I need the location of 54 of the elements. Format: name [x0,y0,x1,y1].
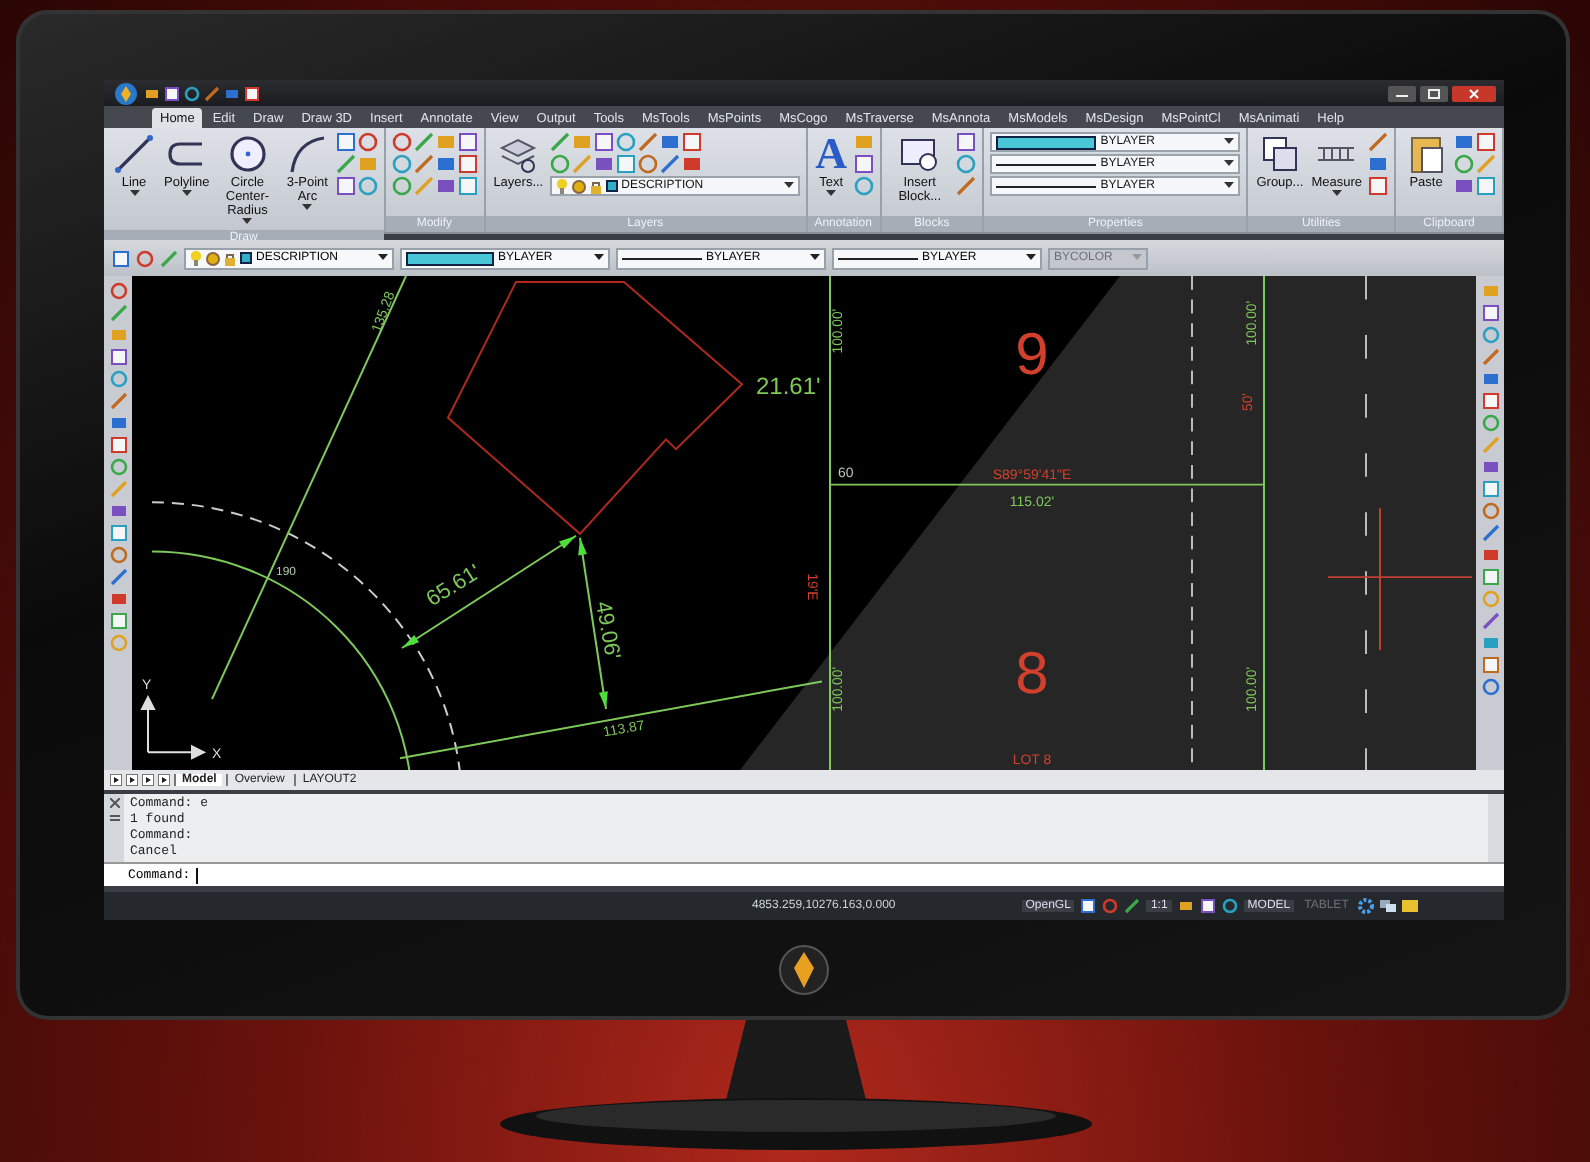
caret-icon [1224,182,1235,190]
ucs-axes-icon [140,696,205,760]
app-logo-icon[interactable] [112,81,140,105]
nav-arrow-icon[interactable] [110,774,122,786]
grip-icon [109,814,119,824]
caret-icon [129,190,139,198]
caret-icon [1224,160,1235,168]
maximize-icon[interactable] [1420,85,1448,101]
sun-icon [571,179,586,193]
color-swatch-icon [406,251,494,265]
close-icon[interactable] [1452,85,1496,101]
overlapping-squares-icon [1257,132,1302,176]
monitor-logo-icon [778,944,830,996]
text-cursor-icon [196,867,201,883]
line-preview-icon [622,255,702,261]
nav-arrow-icon[interactable] [142,774,154,786]
caret-icon [242,218,253,226]
line-preview-icon [996,183,1097,189]
caret-icon [594,254,604,262]
minimize-icon[interactable] [1388,85,1416,101]
gear-icon[interactable] [1358,898,1375,914]
dimension-label: 9 [1015,322,1049,389]
caret-icon [810,254,820,262]
letter-a-icon: A [815,132,848,176]
nav-arrow-icon[interactable] [126,774,138,786]
caret-icon [1224,138,1235,146]
caret-icon [1026,254,1036,262]
windows-icon[interactable] [1380,898,1397,914]
dimension-label: 21.61' [756,372,821,401]
arc-tool-icon [285,132,330,176]
padlock-icon [589,179,602,193]
caret-icon [826,190,837,198]
color-square-icon [240,252,252,264]
caret-icon [1132,254,1142,262]
padlock-icon [224,251,236,265]
dimension-label: 49.06' [590,599,625,662]
caret-icon [181,190,192,198]
scrollbar [1488,794,1504,862]
caret-icon [783,182,794,190]
line-tool-icon [112,132,156,176]
sun-icon [206,251,220,265]
line-preview-icon [838,255,918,261]
circle-tool-icon [225,132,270,176]
dimension-label: 8 [1015,641,1049,708]
line-preview-icon [996,161,1097,167]
lightbulb-icon [555,178,568,194]
color-square-icon [605,180,618,192]
caret-icon [302,204,313,212]
caret-icon [1331,190,1342,198]
caret-icon [378,254,388,262]
lightbulb-icon [190,250,202,266]
color-swatch-icon [996,135,1097,149]
message-icon[interactable] [1402,898,1419,914]
nav-arrow-icon[interactable] [158,774,170,786]
